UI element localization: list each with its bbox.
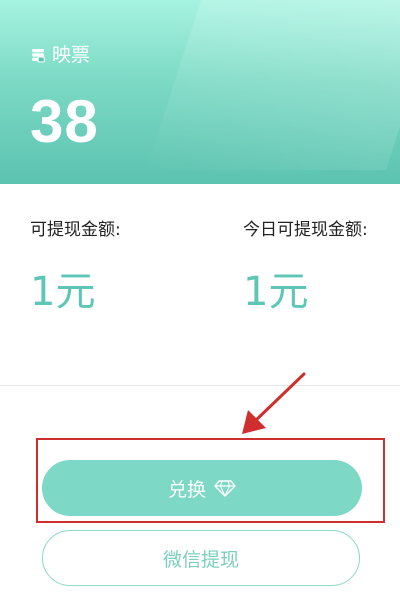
header-decoration: [145, 0, 400, 170]
withdrawable-label: 可提现金额:: [30, 220, 121, 240]
exchange-button[interactable]: 兑换: [42, 460, 362, 516]
ticket-label: 映票: [52, 44, 91, 66]
withdrawable-amount: 可提现金额: 1元: [30, 218, 121, 316]
diamond-icon: [214, 480, 236, 497]
ticket-header: 映票 38: [0, 0, 400, 184]
red-arrow-annotation: [242, 372, 306, 434]
ticket-count: 38: [30, 88, 99, 155]
section-divider: [0, 385, 400, 386]
today-withdrawable-label: 今日可提现金额:: [243, 220, 368, 240]
wechat-withdraw-label: 微信提现: [162, 548, 239, 571]
wechat-withdraw-button[interactable]: 微信提现: [42, 530, 360, 586]
withdrawable-value: 1元: [30, 269, 96, 315]
today-withdrawable-amount: 今日可提现金额: 1元: [243, 218, 368, 316]
exchange-button-label: 兑换: [167, 478, 206, 501]
ticket-stack-icon: [32, 49, 45, 63]
ticket-title-row: 映票: [30, 44, 90, 66]
today-withdrawable-value: 1元: [243, 269, 309, 315]
